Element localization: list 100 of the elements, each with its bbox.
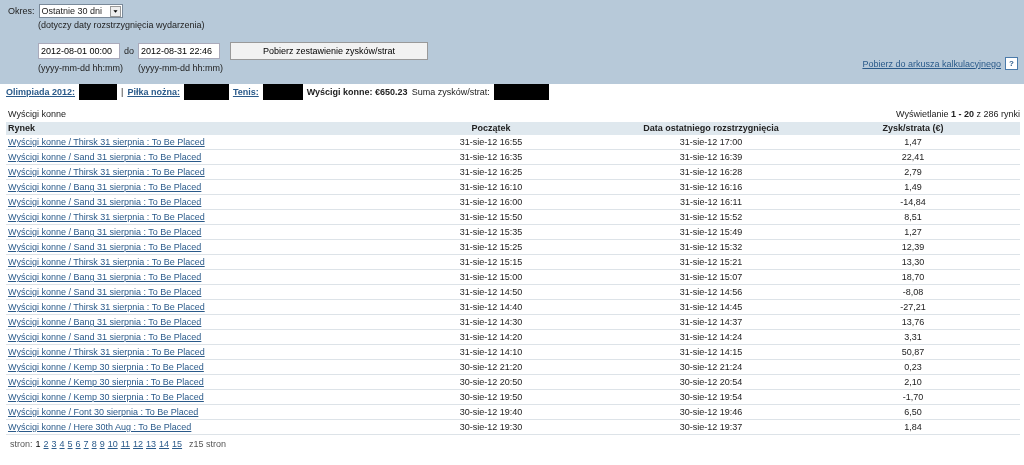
table-cell: 50,87 — [901, 347, 925, 357]
submit-button[interactable]: Pobierz zestawienie zysków/strat — [230, 42, 428, 60]
page-link[interactable]: 5 — [67, 439, 73, 449]
table-cell: 0,23 — [904, 362, 922, 372]
market-link[interactable]: Wyścigi konne / Sand 31 sierpnia : To Be Placed — [8, 152, 202, 162]
date-to-field[interactable]: 2012-08-31 22:46 — [138, 43, 220, 59]
market-link[interactable]: Wyścigi konne / Bang 31 sierpnia : To Be Placed — [8, 317, 202, 327]
page-link[interactable]: 7 — [83, 439, 89, 449]
table-cell: 31-sie-12 16:39 — [679, 152, 743, 162]
table-cell: 31-sie-12 14:20 — [459, 332, 523, 342]
table-cell: 13,76 — [901, 317, 925, 327]
table-cell: 2,79 — [904, 167, 922, 177]
table-cell: 1,84 — [904, 422, 922, 432]
page-link[interactable]: 10 — [107, 439, 118, 449]
market-link[interactable]: Wyścigi konne / Sand 31 sierpnia : To Be Placed — [8, 287, 202, 297]
page-link[interactable]: 8 — [91, 439, 97, 449]
table-cell: 31-sie-12 15:25 — [459, 242, 523, 252]
market-link[interactable]: Wyścigi konne / Sand 31 sierpnia : To Be Placed — [8, 197, 202, 207]
table-cell: 31-sie-12 16:28 — [679, 167, 743, 177]
market-link[interactable]: Wyścigi konne / Kemp 30 sierpnia : To Be Placed — [8, 377, 204, 387]
page-link[interactable]: 12 — [133, 439, 144, 449]
category-link[interactable]: Tenis: — [232, 87, 259, 97]
table-cell: 31-sie-12 14:56 — [679, 287, 743, 297]
market-link[interactable]: Wyścigi konne / Here 30th Aug : To Be Placed — [8, 422, 192, 432]
market-link[interactable]: Wyścigi konne / Thirsk 31 sierpnia : To Be Placed — [8, 302, 205, 312]
table-cell: 30-sie-12 19:50 — [459, 392, 523, 402]
table-cell: 31-sie-12 14:15 — [679, 347, 743, 357]
separator: | — [121, 87, 124, 97]
category-link[interactable]: Olimpiada 2012: — [6, 87, 76, 97]
table-cell: 30-sie-12 19:30 — [459, 422, 523, 432]
table-cell: 12,39 — [901, 242, 925, 252]
table-cell: 31-sie-12 14:30 — [459, 317, 523, 327]
market-link[interactable]: Wyścigi konne / Thirsk 31 sierpnia : To Be Placed — [8, 212, 205, 222]
table-cell: 22,41 — [901, 152, 925, 162]
period-label: Okres: — [8, 6, 35, 16]
market-link[interactable]: Wyścigi konne / Thirsk 31 sierpnia : To Be Placed — [8, 167, 205, 177]
table-cell: 31-sie-12 15:07 — [679, 272, 743, 282]
table-cell: 30-sie-12 20:54 — [679, 377, 743, 387]
help-button[interactable]: ? — [1005, 57, 1018, 70]
period-select[interactable]: Ostatnie 30 dni — [38, 4, 123, 18]
table-cell: 31-sie-12 14:45 — [679, 302, 743, 312]
table-cell: 31-sie-12 15:49 — [679, 227, 743, 237]
table-cell: 30-sie-12 19:40 — [459, 407, 523, 417]
market-link[interactable]: Wyścigi konne / Thirsk 31 sierpnia : To Be Placed — [8, 347, 205, 357]
table-cell: -8,08 — [902, 287, 924, 297]
date-format-hint: (yyyy-mm-dd hh:mm) — [138, 63, 224, 73]
total-label: Suma zysków/strat: — [411, 87, 490, 97]
table-cell: 13,30 — [901, 257, 925, 267]
table-cell: 31-sie-12 14:50 — [459, 287, 523, 297]
market-link[interactable]: Wyścigi konne / Kemp 30 sierpnia : To Be Placed — [8, 362, 204, 372]
table-cell: 1,49 — [904, 182, 922, 192]
table-cell: 31-sie-12 15:32 — [679, 242, 743, 252]
date-from-field[interactable]: 2012-08-01 00:00 — [38, 43, 120, 59]
market-link[interactable]: Wyścigi konne / Font 30 sierpnia : To Be Placed — [8, 407, 199, 417]
column-header: Data ostatniego rozstrzygnięcia — [643, 123, 779, 133]
market-link[interactable]: Wyścigi konne / Kemp 30 sierpnia : To Be Placed — [8, 392, 204, 402]
table-cell: 31-sie-12 14:40 — [459, 302, 523, 312]
page-link[interactable]: 15 — [172, 439, 183, 449]
table-cell: 31-sie-12 16:55 — [459, 137, 523, 147]
column-header: Początek — [471, 123, 511, 133]
table-cell: 31-sie-12 14:10 — [459, 347, 523, 357]
table-cell: 30-sie-12 21:20 — [459, 362, 523, 372]
page-link[interactable]: 6 — [75, 439, 81, 449]
page-link[interactable]: 9 — [99, 439, 105, 449]
table-cell: 31-sie-12 15:21 — [679, 257, 743, 267]
table-cell: 31-sie-12 14:24 — [679, 332, 743, 342]
export-link[interactable]: Pobierz do arkusza kalkulacyjnego — [862, 58, 1001, 69]
column-header: Zysk/strata (€) — [882, 123, 944, 133]
date-separator: do — [124, 46, 134, 56]
date-format-hint: (yyyy-mm-dd hh:mm) — [38, 63, 124, 73]
table-cell: 18,70 — [901, 272, 925, 282]
table-cell: 3,31 — [904, 332, 922, 342]
page-link[interactable]: 4 — [59, 439, 65, 449]
market-link[interactable]: Wyścigi konne / Sand 31 sierpnia : To Be Placed — [8, 242, 202, 252]
table-cell: -1,70 — [902, 392, 924, 402]
page-link[interactable]: 13 — [146, 439, 157, 449]
market-link[interactable]: Wyścigi konne / Sand 31 sierpnia : To Be Placed — [8, 332, 202, 342]
table-cell: 31-sie-12 15:52 — [679, 212, 743, 222]
table-cell: 8,51 — [904, 212, 922, 222]
market-link[interactable]: Wyścigi konne / Bang 31 sierpnia : To Be Placed — [8, 227, 202, 237]
period-note: (dotyczy daty rozstrzygnięcia wydarzenia) — [38, 20, 205, 30]
table-cell: 1,27 — [904, 227, 922, 237]
market-link[interactable]: Wyścigi konne / Thirsk 31 sierpnia : To Be Placed — [8, 137, 205, 147]
page-link[interactable]: 3 — [51, 439, 57, 449]
page-link[interactable]: 14 — [159, 439, 170, 449]
table-cell: 31-sie-12 16:11 — [680, 197, 742, 207]
category-link[interactable]: Piłka nożna: — [127, 87, 180, 97]
market-link[interactable]: Wyścigi konne / Thirsk 31 sierpnia : To Be Placed — [8, 257, 205, 267]
table-cell: 31-sie-12 15:15 — [459, 257, 523, 267]
table-cell: 31-sie-12 17:00 — [679, 137, 743, 147]
caret-icon — [109, 5, 121, 17]
market-link[interactable]: Wyścigi konne / Bang 31 sierpnia : To Be Placed — [8, 272, 202, 282]
page-link[interactable]: 2 — [43, 439, 49, 449]
table-cell: 31-sie-12 16:10 — [459, 182, 523, 192]
current-page: 1 — [35, 439, 41, 449]
market-link[interactable]: Wyścigi konne / Bang 31 sierpnia : To Be Placed — [8, 182, 202, 192]
page-link[interactable]: 11 — [120, 439, 130, 449]
page-total: z15 stron — [189, 439, 227, 449]
table-cell: -14,84 — [900, 197, 926, 207]
table-cell: 6,50 — [904, 407, 922, 417]
